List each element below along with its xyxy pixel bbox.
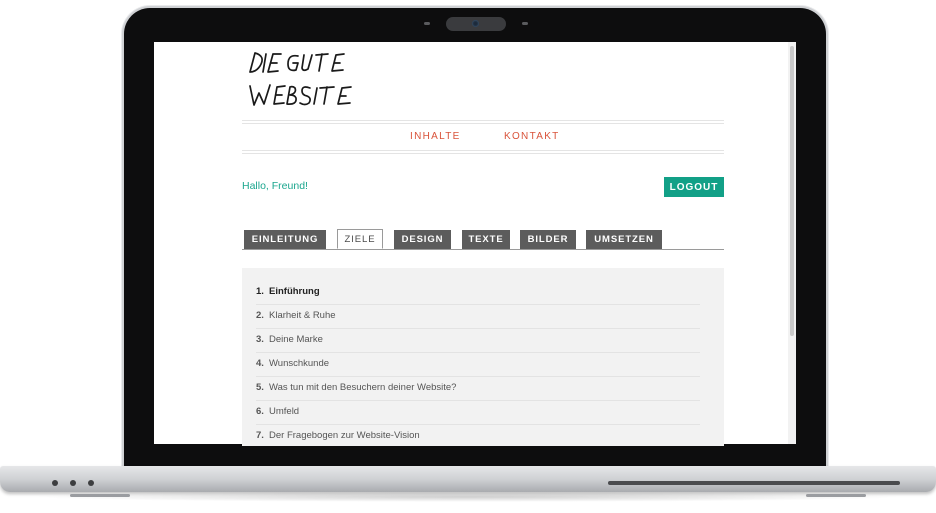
nav-link-kontakt[interactable]: KONTAKT [504, 131, 560, 142]
chapter-item-7[interactable]: 7. Der Fragebogen zur Website-Vision [256, 424, 700, 448]
chapter-item-2[interactable]: 2. Klarheit & Ruhe [256, 304, 700, 328]
chapter-number: 1. [256, 286, 264, 297]
nav-rule-bottom-1 [242, 150, 724, 151]
chapter-number: 7. [256, 430, 264, 441]
nav-rule-top-1 [242, 120, 724, 121]
tab-texte[interactable]: TEXTE [462, 230, 510, 249]
nav-link-inhalte[interactable]: INHALTE [410, 131, 461, 142]
status-light-icon [70, 480, 76, 486]
chapter-number: 5. [256, 382, 264, 393]
chapter-number: 4. [256, 358, 264, 369]
chapter-item-5[interactable]: 5. Was tun mit den Besuchern deiner Webs… [256, 376, 700, 400]
tab-einleitung[interactable]: EINLEITUNG [244, 230, 326, 249]
laptop-foot [806, 494, 866, 497]
chapter-number: 2. [256, 310, 264, 321]
tab-ziele[interactable]: ZIELE [337, 229, 383, 249]
chapter-item-3[interactable]: 3. Deine Marke [256, 328, 700, 352]
chapter-label: Wunschkunde [269, 358, 330, 369]
laptop-base [0, 466, 936, 492]
nav-rule-bottom-2 [242, 153, 724, 154]
chapter-label: Klarheit & Ruhe [269, 310, 336, 321]
site-logo[interactable] [246, 50, 386, 112]
handwritten-logo [249, 52, 352, 106]
nav-rule-top-2 [242, 123, 724, 124]
chapter-item-1[interactable]: 1. Einführung [256, 280, 700, 304]
chapter-item-4[interactable]: 4. Wunschkunde [256, 352, 700, 376]
greeting-text: Hallo, Freund! [242, 180, 308, 192]
tab-design[interactable]: DESIGN [394, 230, 451, 249]
chapter-number: 6. [256, 406, 264, 417]
scrollbar-thumb[interactable] [790, 46, 794, 336]
laptop-foot [70, 494, 130, 497]
webcam-icon [472, 20, 479, 27]
chapter-label: Umfeld [269, 406, 300, 417]
chapter-item-6[interactable]: 6. Umfeld [256, 400, 700, 424]
laptop-vent-slot [608, 481, 900, 485]
tab-umsetzen[interactable]: UMSETZEN [586, 230, 662, 249]
mic-sensor [522, 22, 528, 25]
logout-button[interactable]: LOGOUT [664, 177, 724, 197]
tab-baseline [242, 249, 724, 250]
chapter-label: Deine Marke [269, 334, 323, 345]
laptop-shadow [30, 492, 906, 502]
chapter-label: Der Fragebogen zur Website-Vision [269, 430, 420, 441]
status-light-icon [52, 480, 58, 486]
chapter-label: Einführung [269, 286, 320, 297]
tab-bilder[interactable]: BILDER [520, 230, 576, 249]
light-sensor [424, 22, 430, 25]
chapter-number: 3. [256, 334, 264, 345]
chapter-label: Was tun mit den Besuchern deiner Website… [269, 382, 457, 393]
status-light-icon [88, 480, 94, 486]
